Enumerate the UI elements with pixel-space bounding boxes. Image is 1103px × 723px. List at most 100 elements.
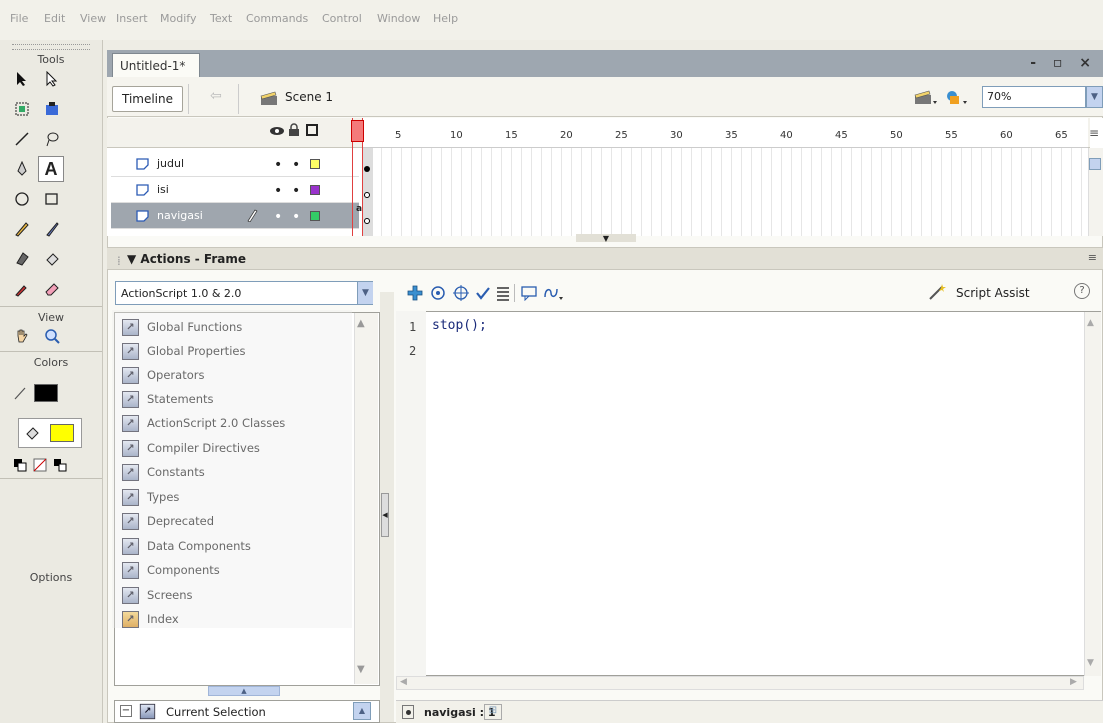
hand-tool-icon[interactable] (10, 325, 34, 347)
lock-dot[interactable]: • (292, 209, 300, 225)
menu-file[interactable]: File (10, 12, 28, 25)
edit-symbols-icon[interactable] (944, 88, 968, 109)
outline-icon[interactable] (306, 124, 318, 136)
menu-insert[interactable]: Insert (116, 12, 148, 25)
panel-grip[interactable]: ⁞ (117, 254, 121, 268)
menu-view[interactable]: View (80, 12, 106, 25)
line-tool-icon[interactable] (10, 128, 34, 150)
oval-tool-icon[interactable] (10, 188, 34, 210)
language-dropdown-icon[interactable]: ▼ (357, 282, 373, 304)
collapse-toolbox-icon[interactable]: ◀ (381, 493, 389, 537)
toolbox-scrollbar[interactable] (354, 313, 378, 684)
scroll-down-icon[interactable]: ▼ (357, 664, 365, 675)
back-arrow-icon[interactable]: ⇦ (210, 88, 222, 104)
eyedropper-tool-icon[interactable] (10, 278, 34, 300)
pin-script-icon[interactable]: ⊞ (484, 704, 502, 720)
paint-bucket-tool-icon[interactable] (40, 248, 64, 270)
menu-commands[interactable]: Commands (246, 12, 308, 25)
menu-edit[interactable]: Edit (44, 12, 65, 25)
help-icon[interactable]: ? (1074, 283, 1090, 299)
scroll-up-icon[interactable] (1089, 158, 1101, 170)
lock-dot[interactable]: • (292, 157, 300, 173)
fill-color-swatch[interactable] (50, 424, 74, 442)
menu-help[interactable]: Help (433, 12, 458, 25)
code-text[interactable]: stop(); (432, 318, 487, 333)
layer-row[interactable]: isi • • (111, 177, 359, 203)
lock-dot[interactable]: • (292, 183, 300, 199)
ink-bottle-tool-icon[interactable] (10, 248, 34, 270)
scroll-right-icon[interactable]: ▶ (1070, 677, 1077, 687)
eye-icon[interactable] (269, 125, 285, 140)
timeline-menu-icon[interactable]: ≡ (1089, 126, 1099, 140)
layer-row[interactable]: judul • • (111, 151, 359, 177)
timeline-collapse-icon[interactable]: ▼ (576, 234, 636, 243)
colors-label: Colors (33, 356, 69, 369)
collapse-icon[interactable]: − (120, 705, 132, 717)
add-item-icon[interactable] (407, 285, 423, 304)
free-transform-tool-icon[interactable] (10, 98, 34, 120)
text-tool-icon[interactable]: A (38, 156, 64, 182)
window-controls[interactable]: - ▫ × (1030, 55, 1097, 71)
script-assist-label[interactable]: Script Assist (956, 286, 1030, 300)
document-tab[interactable]: Untitled-1* (112, 53, 200, 77)
find-icon[interactable] (430, 285, 446, 304)
zoom-field[interactable]: 70% (982, 86, 1086, 108)
scroll-left-icon[interactable]: ◀ (400, 677, 407, 687)
scroll-up-icon[interactable]: ▲ (357, 318, 365, 329)
menu-window[interactable]: Window (377, 12, 420, 25)
timeline-button[interactable]: Timeline (112, 86, 183, 112)
keyframe-empty (364, 192, 370, 198)
visibility-dot[interactable]: • (274, 157, 282, 173)
stroke-color-swatch[interactable] (34, 384, 58, 402)
layer-color-swatch[interactable] (310, 185, 320, 195)
layer-color-swatch[interactable] (310, 211, 320, 221)
eraser-tool-icon[interactable] (40, 278, 64, 300)
swap-colors-icon[interactable] (48, 454, 72, 476)
timeline-ruler[interactable]: 1 5 10 15 20 25 30 35 40 45 50 55 60 65 (356, 118, 1088, 148)
playhead-handle[interactable] (351, 120, 364, 142)
frame-grid[interactable] (362, 148, 1088, 236)
selection-tool-icon[interactable] (10, 68, 34, 90)
menu-modify[interactable]: Modify (160, 12, 196, 25)
insert-target-icon[interactable] (453, 285, 469, 304)
frame-number: 60 (1000, 130, 1013, 141)
lasso-tool-icon[interactable] (40, 128, 64, 150)
fill-transform-tool-icon[interactable] (40, 98, 64, 120)
brush-tool-icon[interactable] (40, 218, 64, 240)
code-hint-icon[interactable] (521, 285, 539, 304)
lock-icon[interactable] (288, 123, 300, 140)
panel-menu-icon[interactable]: ≡ (1088, 251, 1097, 264)
visibility-dot[interactable]: • (274, 209, 282, 225)
pin-icon[interactable] (402, 705, 414, 719)
stroke-color-icon (8, 382, 32, 404)
rectangle-tool-icon[interactable] (40, 188, 64, 210)
language-select[interactable]: ActionScript 1.0 & 2.0 (115, 281, 373, 305)
editor-horizontal-scrollbar[interactable] (396, 676, 1084, 690)
debug-options-icon[interactable] (543, 285, 563, 304)
panel-grip[interactable] (12, 44, 90, 50)
auto-format-icon[interactable] (496, 285, 510, 304)
book-icon: ↗ (139, 703, 156, 720)
separator (238, 84, 239, 114)
zoom-tool-icon[interactable] (40, 325, 64, 347)
zoom-dropdown-icon[interactable]: ▼ (1086, 86, 1103, 108)
script-assist-icon[interactable] (928, 283, 948, 304)
pencil-tool-icon[interactable] (10, 218, 34, 240)
splitter-handle[interactable]: ▲ (208, 686, 280, 696)
layer-color-swatch[interactable] (310, 159, 320, 169)
menu-control[interactable]: Control (322, 12, 362, 25)
editor-vertical-scrollbar[interactable] (1084, 312, 1101, 676)
pen-tool-icon[interactable] (10, 158, 34, 180)
script-navigator[interactable]: − ↗ Current Selection ▲ (114, 700, 380, 723)
visibility-dot[interactable]: • (274, 183, 282, 199)
subselection-tool-icon[interactable] (40, 68, 64, 90)
script-editor[interactable] (396, 311, 1101, 676)
edit-scene-icon[interactable] (914, 88, 938, 109)
scroll-down-icon[interactable]: ▼ (1087, 658, 1094, 668)
check-syntax-icon[interactable] (475, 285, 491, 304)
scroll-up-icon[interactable]: ▲ (1087, 318, 1094, 328)
navigator-scroll-icon[interactable]: ▲ (353, 702, 371, 720)
layer-row-selected[interactable]: navigasi • • (111, 203, 359, 229)
actions-panel-header[interactable]: ⁞ ▼ Actions - Frame ≡ (107, 247, 1103, 270)
menu-text[interactable]: Text (210, 12, 232, 25)
